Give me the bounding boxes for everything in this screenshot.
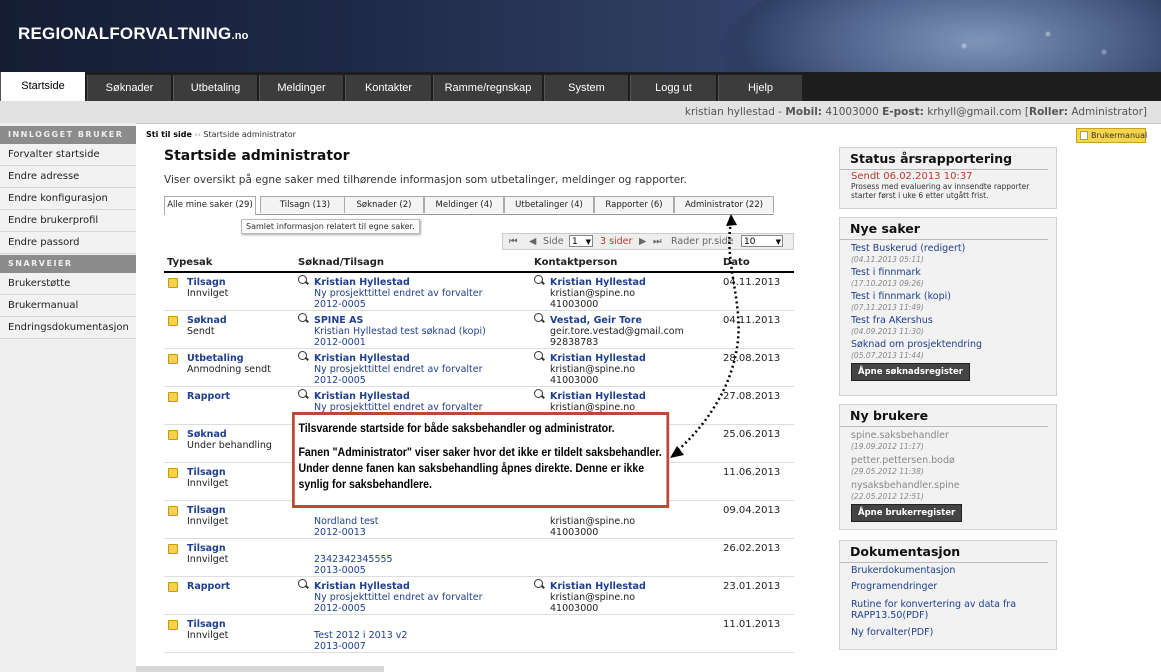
nye-saker-item-name[interactable]: Test i finnmark (kopi) xyxy=(851,291,951,302)
nye-saker-item-name[interactable]: Søknad om prosjektendring xyxy=(851,339,982,350)
status-sent: Sendt 06.02.2013 10:37 xyxy=(851,171,973,182)
ny-brukere-list: spine.saksbehandler (19.09.2012 11:17) pet… xyxy=(840,427,1056,502)
apne-brukerregister-button[interactable]: Åpne brukerregister xyxy=(851,504,963,522)
nye-saker-title: Nye saker xyxy=(840,218,1048,240)
nye-saker-item-name[interactable]: Test Buskerud (redigert) xyxy=(851,243,965,254)
horizontal-scrollbar[interactable] xyxy=(136,666,384,672)
nye-saker-box: Nye saker Test Buskerud (redigert) (04.11… xyxy=(839,217,1057,396)
doc-programendringer[interactable]: Programendringer xyxy=(840,581,1056,595)
nye-saker-item[interactable]: Test fra AKershus (04.09.2013 11:30) xyxy=(840,313,1056,337)
nye-saker-item-date: (04.11.2013 05:11) xyxy=(851,255,924,264)
ny-brukere-title: Ny brukere xyxy=(840,405,1048,427)
nye-saker-item-date: (17.10.2013 09:26) xyxy=(851,279,924,288)
nye-saker-item[interactable]: Test i finnmark (kopi) (07.11.2013 11:49) xyxy=(840,289,1056,313)
doc-brukerdokumentasjon[interactable]: Brukerdokumentasjon xyxy=(840,563,1056,581)
doc-ny-forvalter[interactable]: Ny forvalter(PDF) xyxy=(840,622,1056,638)
nye-saker-item-name[interactable]: Test i finnmark xyxy=(851,267,921,278)
document-icon xyxy=(1080,131,1088,140)
status-box: Status årsrapportering Sendt 06.02.2013 … xyxy=(839,147,1057,209)
ny-brukere-item-date: (19.09.2012 11:17) xyxy=(851,442,924,451)
ny-brukere-item[interactable]: spine.saksbehandler (19.09.2012 11:17) xyxy=(840,427,1056,452)
status-text: Prosess med evaluering av innsendte rapp… xyxy=(851,182,1030,200)
nye-saker-item[interactable]: Test i finnmark (17.10.2013 09:26) xyxy=(840,265,1056,289)
nye-saker-item[interactable]: Test Buskerud (redigert) (04.11.2013 05:1… xyxy=(840,240,1056,265)
ny-brukere-item-date: (29.05.2012 11:38) xyxy=(851,467,924,476)
nye-saker-item-name[interactable]: Test fra AKershus xyxy=(851,315,933,326)
ny-brukere-item-name[interactable]: spine.saksbehandler xyxy=(851,430,949,441)
nye-saker-item-date: (05.07.2013 11:44) xyxy=(851,351,924,360)
ny-brukere-item-name[interactable]: petter.pettersen.bodø xyxy=(851,455,955,466)
nye-saker-item[interactable]: Søknad om prosjektendring (05.07.2013 11:… xyxy=(840,337,1056,361)
apne-soknadsregister-button[interactable]: Åpne søknadsregister xyxy=(851,363,970,381)
brukermanual-button[interactable]: Brukermanual xyxy=(1076,128,1147,143)
dokumentasjon-box: Dokumentasjon Brukerdokumentasjon Progra… xyxy=(839,540,1057,650)
doc-rutine-konvertering[interactable]: Rutine for konvertering av data fra RAPP… xyxy=(840,595,1056,622)
ny-brukere-item-name[interactable]: nysaksbehandler.spine xyxy=(851,480,960,491)
nye-saker-item-date: (07.11.2013 11:49) xyxy=(851,303,924,312)
ny-brukere-box: Ny brukere spine.saksbehandler (19.09.201… xyxy=(839,404,1057,530)
ny-brukere-item[interactable]: nysaksbehandler.spine (22.05.2012 12:51) xyxy=(840,477,1056,502)
ny-brukere-item-date: (22.05.2012 12:51) xyxy=(851,492,924,501)
nye-saker-list: Test Buskerud (redigert) (04.11.2013 05:1… xyxy=(840,240,1056,361)
nye-saker-item-date: (04.09.2013 11:30) xyxy=(851,327,924,336)
ny-brukere-item[interactable]: petter.pettersen.bodø (29.05.2012 11:38) xyxy=(840,452,1056,477)
status-title: Status årsrapportering xyxy=(840,148,1048,170)
dokumentasjon-title: Dokumentasjon xyxy=(840,541,1048,563)
